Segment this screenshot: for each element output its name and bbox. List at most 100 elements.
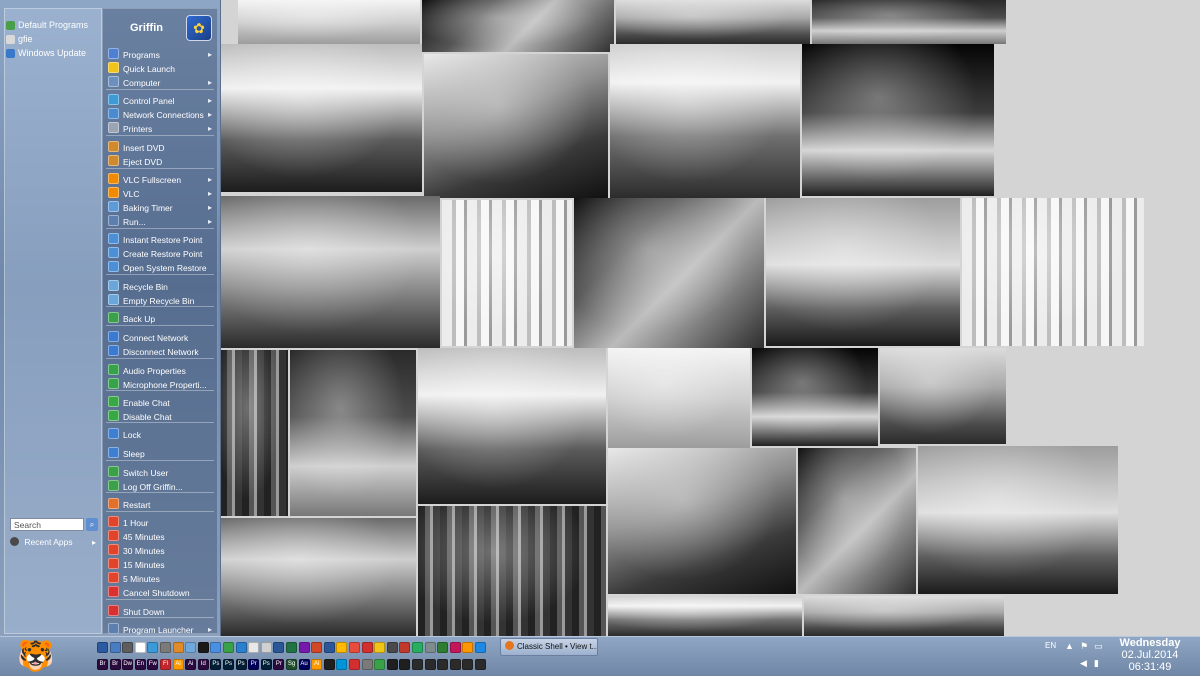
quick-launch-icon[interactable]: Ps xyxy=(223,659,234,670)
language-indicator[interactable]: EN xyxy=(1045,641,1056,650)
quick-launch-icon[interactable] xyxy=(197,642,209,653)
recent-apps-menu[interactable]: Recent Apps ▸ xyxy=(10,536,98,549)
quick-launch-icon[interactable]: Au xyxy=(298,659,310,670)
pinned-item[interactable]: Windows Update xyxy=(6,47,86,60)
quick-launch-icon[interactable] xyxy=(374,642,386,653)
menu-item[interactable]: Lock xyxy=(106,428,214,441)
menu-item[interactable]: Restart xyxy=(106,498,214,511)
quick-launch-icon[interactable] xyxy=(462,659,474,670)
quick-launch-icon[interactable] xyxy=(361,642,373,653)
menu-item[interactable]: Back Up xyxy=(106,312,214,325)
quick-launch-icon[interactable] xyxy=(399,642,411,653)
menu-item[interactable]: 1 Hour xyxy=(106,516,214,529)
quick-launch-icon[interactable]: Pr xyxy=(273,659,285,670)
quick-launch-icon[interactable]: Br xyxy=(97,659,108,670)
search-icon[interactable]: ⌕ xyxy=(86,518,98,531)
quick-launch-icon[interactable] xyxy=(323,642,335,653)
quick-launch-icon[interactable] xyxy=(462,642,474,653)
quick-launch-icon[interactable] xyxy=(273,642,285,653)
menu-item[interactable]: Computer ▸ xyxy=(106,76,214,89)
quick-launch-icon[interactable]: Ps xyxy=(260,659,272,670)
quick-launch-icon[interactable]: Br xyxy=(109,659,121,670)
menu-item[interactable]: Cancel Shutdown xyxy=(106,586,214,599)
menu-item[interactable]: Baking Timer ▸ xyxy=(106,201,214,214)
search-input[interactable]: Search xyxy=(10,518,84,531)
pinned-item[interactable]: gfie xyxy=(6,33,33,46)
quick-launch-icon[interactable] xyxy=(260,642,272,653)
quick-launch-icon[interactable]: Dw xyxy=(122,659,134,670)
menu-item[interactable]: 45 Minutes xyxy=(106,530,214,543)
quick-launch-icon[interactable]: Ps xyxy=(210,659,222,670)
quick-launch-icon[interactable] xyxy=(109,642,121,653)
network-signal-icon[interactable]: ▮ xyxy=(1094,658,1099,669)
user-picture-icon[interactable]: ✿ xyxy=(186,15,212,41)
show-hidden-icons-icon[interactable]: ▲ xyxy=(1065,641,1074,651)
quick-launch-icon[interactable]: Sg xyxy=(286,659,297,670)
quick-launch-icon[interactable] xyxy=(122,642,134,653)
quick-launch-icon[interactable] xyxy=(235,642,247,653)
menu-item[interactable]: 15 Minutes xyxy=(106,558,214,571)
quick-launch-icon[interactable] xyxy=(399,659,411,670)
menu-item[interactable]: Instant Restore Point xyxy=(106,233,214,246)
menu-item[interactable]: Eject DVD xyxy=(106,155,214,168)
quick-launch-icon[interactable] xyxy=(97,642,108,653)
quick-launch-icon[interactable] xyxy=(311,642,323,653)
quick-launch-icon[interactable] xyxy=(386,642,398,653)
quick-launch-icon[interactable] xyxy=(361,659,373,670)
quick-launch-icon[interactable]: Id xyxy=(197,659,209,670)
quick-launch-icon[interactable]: Ai xyxy=(172,659,184,670)
menu-item[interactable]: Sleep xyxy=(106,447,214,460)
quick-launch-icon[interactable] xyxy=(437,642,449,653)
quick-launch-icon[interactable] xyxy=(185,642,197,653)
quick-launch-icon[interactable] xyxy=(374,659,386,670)
menu-item[interactable]: VLC ▸ xyxy=(106,187,214,200)
quick-launch-icon[interactable] xyxy=(349,642,360,653)
quick-launch-icon[interactable] xyxy=(134,642,146,653)
quick-launch-icon[interactable] xyxy=(449,642,461,653)
menu-item[interactable]: Connect Network xyxy=(106,331,214,344)
quick-launch-icon[interactable] xyxy=(412,642,423,653)
taskbar-clock[interactable]: Wednesday 02.Jul.2014 06:31:49 xyxy=(1105,637,1195,673)
menu-item[interactable]: Programs ▸ xyxy=(106,48,214,61)
quick-launch-icon[interactable] xyxy=(298,642,310,653)
quick-launch-icon[interactable] xyxy=(475,642,486,653)
quick-launch-icon[interactable] xyxy=(286,642,297,653)
quick-launch-icon[interactable] xyxy=(160,642,171,653)
menu-item[interactable]: 5 Minutes xyxy=(106,572,214,585)
menu-item[interactable]: Insert DVD xyxy=(106,141,214,154)
quick-launch-icon[interactable] xyxy=(475,659,486,670)
quick-launch-icon[interactable] xyxy=(323,659,335,670)
quick-launch-icon[interactable] xyxy=(437,659,449,670)
quick-launch-icon[interactable]: Pr xyxy=(248,659,260,670)
menu-item[interactable]: Run... ▸ xyxy=(106,215,214,228)
quick-launch-icon[interactable] xyxy=(210,642,222,653)
menu-item[interactable]: Enable Chat xyxy=(106,396,214,409)
quick-launch-icon[interactable] xyxy=(449,659,461,670)
start-button-icon[interactable]: 🐯 xyxy=(8,640,64,674)
taskbar-window-button[interactable]: Classic Shell • View t... xyxy=(500,638,598,656)
menu-item[interactable]: Control Panel ▸ xyxy=(106,94,214,107)
quick-launch-icon[interactable] xyxy=(336,659,348,670)
menu-item[interactable]: Create Restore Point xyxy=(106,247,214,260)
quick-launch-icon[interactable] xyxy=(412,659,423,670)
menu-item[interactable]: Printers ▸ xyxy=(106,122,214,135)
menu-item[interactable]: Open System Restore xyxy=(106,261,214,274)
menu-item[interactable]: Audio Properties xyxy=(106,364,214,377)
quick-launch-icon[interactable]: Fw xyxy=(147,659,159,670)
menu-item[interactable]: Disconnect Network xyxy=(106,345,214,358)
menu-item[interactable]: VLC Fullscreen ▸ xyxy=(106,173,214,186)
quick-launch-icon[interactable] xyxy=(424,642,436,653)
quick-launch-icon[interactable] xyxy=(223,642,234,653)
quick-launch-icon[interactable] xyxy=(147,642,159,653)
quick-launch-icon[interactable] xyxy=(248,642,260,653)
menu-item[interactable]: Network Connections ▸ xyxy=(106,108,214,121)
quick-launch-icon[interactable]: Ai xyxy=(185,659,197,670)
quick-launch-icon[interactable] xyxy=(386,659,398,670)
menu-item[interactable]: Quick Launch xyxy=(106,62,214,75)
menu-item[interactable]: Recycle Bin xyxy=(106,280,214,293)
menu-item[interactable]: Program Launcher ▸ xyxy=(106,623,214,636)
quick-launch-icon[interactable]: Ai xyxy=(311,659,323,670)
quick-launch-icon[interactable] xyxy=(172,642,184,653)
quick-launch-icon[interactable] xyxy=(336,642,348,653)
volume-icon[interactable]: ◀ xyxy=(1080,658,1087,669)
